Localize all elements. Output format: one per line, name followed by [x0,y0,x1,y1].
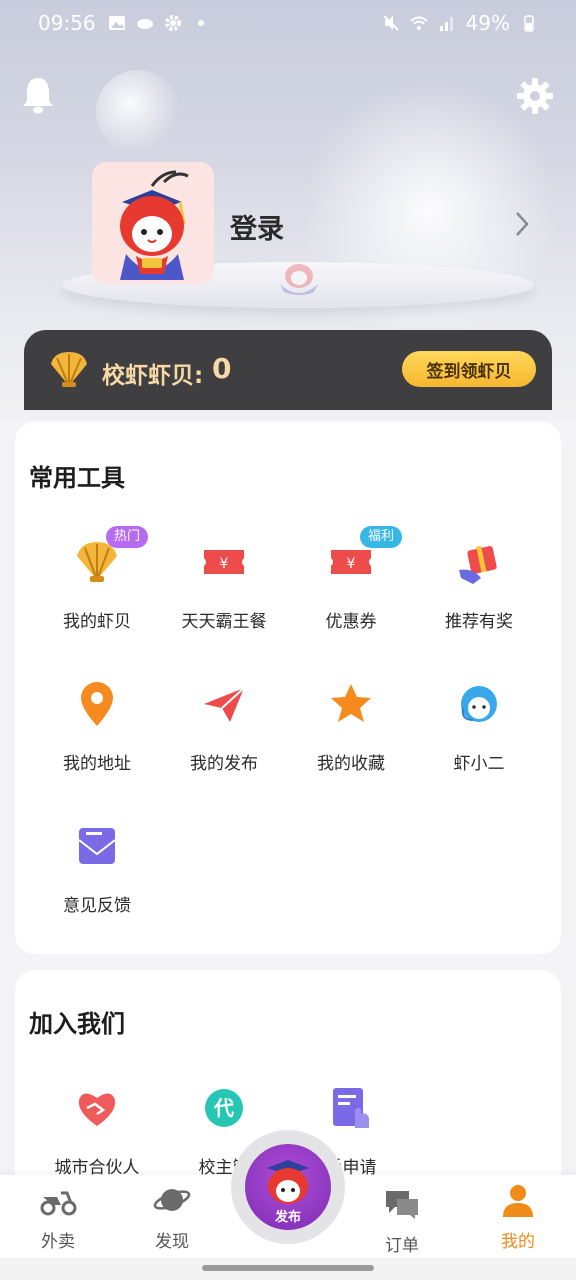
tool-my-shells[interactable]: 热门 我的虾贝 [32,526,162,658]
tool-coupons[interactable]: ¥ 福利 优惠券 [286,526,416,658]
tool-free-meal[interactable]: ¥ 天天霸王餐 [159,538,289,658]
battery-icon [524,15,534,32]
tool-label: 虾小二 [453,754,505,774]
chevron-right-icon[interactable] [512,210,532,238]
battery-percent: 49% [465,11,510,35]
publish-button[interactable]: 发布 [245,1144,331,1230]
nav-label: 外卖 [41,1232,75,1252]
svg-text:¥: ¥ [347,556,356,572]
handshake-heart-icon [78,1093,116,1126]
coin-value: 0 [212,352,232,385]
star-icon [331,684,371,722]
tool-label: 推荐有奖 [445,612,513,632]
tool-label: 我的地址 [63,754,131,774]
hot-badge: 热门 [106,526,149,548]
coin-bar: 校虾虾贝: 0 签到领虾贝 [24,330,552,410]
customer-service-icon [461,686,497,722]
avatar[interactable] [92,162,214,284]
mascot-avatar-icon [120,170,189,280]
tool-label: 我的发布 [190,754,258,774]
planet-icon [153,1189,191,1211]
status-time: 09:56 [38,11,96,35]
paper-plane-icon [204,687,245,722]
tool-referral[interactable]: 推荐有奖 [414,538,544,658]
tool-my-favorites[interactable]: 我的收藏 [286,680,416,800]
feedback-envelope-icon [78,828,116,864]
chat-bubbles-icon [386,1191,418,1219]
svg-text:代: 代 [213,1096,234,1120]
mascot-watermark-icon [280,264,318,295]
welfare-badge: 福利 [360,526,403,548]
nav-takeout[interactable]: 外卖 [18,1183,98,1252]
publish-label: 发布 [274,1210,301,1225]
tools-card: 常用工具 热门 我的虾贝 ¥ 天天霸王餐 ¥ 福利 优惠券 推荐有奖 我的地址 … [15,422,561,954]
tool-my-address[interactable]: 我的地址 [32,680,162,800]
nav-label: 订单 [385,1236,419,1256]
gear-icon[interactable] [515,76,555,116]
settings-small-icon [164,15,181,31]
bell-icon[interactable] [20,75,56,115]
login-link[interactable]: 登录 [230,207,284,246]
tool-label: 我的虾贝 [63,612,131,632]
dot-icon [197,20,204,26]
join-city-partner[interactable]: 城市合伙人 [32,1084,162,1175]
gift-icon [459,545,497,584]
dai-badge-icon: 代 [205,1089,243,1127]
location-pin-icon [81,682,113,726]
shell-icon [51,352,87,387]
apply-hand-icon [333,1088,369,1128]
home-indicator[interactable] [202,1265,374,1271]
person-icon [503,1185,533,1217]
nav-mine[interactable]: 我的 [478,1183,558,1252]
decor-bubble [96,70,180,154]
nav-orders[interactable]: 订单 [362,1187,442,1256]
cloud-icon [136,19,153,29]
svg-text:¥: ¥ [220,556,229,572]
tool-feedback[interactable]: 意见反馈 [32,822,162,942]
mute-icon [382,15,399,31]
scooter-icon [40,1191,77,1216]
nav-discover[interactable]: 发现 [132,1183,212,1252]
gallery-icon [108,16,125,30]
tools-title: 常用工具 [29,464,125,492]
coin-label: 校虾虾贝: [102,363,204,389]
status-bar: 09:56 49% [0,0,576,46]
wifi-icon [409,16,428,30]
tool-my-posts[interactable]: 我的发布 [159,680,289,800]
join-label: 城市合伙人 [54,1158,140,1175]
sign-in-button[interactable]: 签到领虾贝 [402,351,536,387]
nav-label: 发现 [155,1232,189,1252]
nav-label: 我的 [501,1232,535,1252]
signal-icon [439,17,453,31]
tool-label: 优惠券 [325,612,377,632]
tool-customer-service[interactable]: 虾小二 [414,680,544,800]
tool-label: 意见反馈 [63,896,131,916]
tool-label: 我的收藏 [317,754,385,774]
ticket-icon: ¥ [204,550,244,574]
tool-label: 天天霸王餐 [181,612,267,632]
